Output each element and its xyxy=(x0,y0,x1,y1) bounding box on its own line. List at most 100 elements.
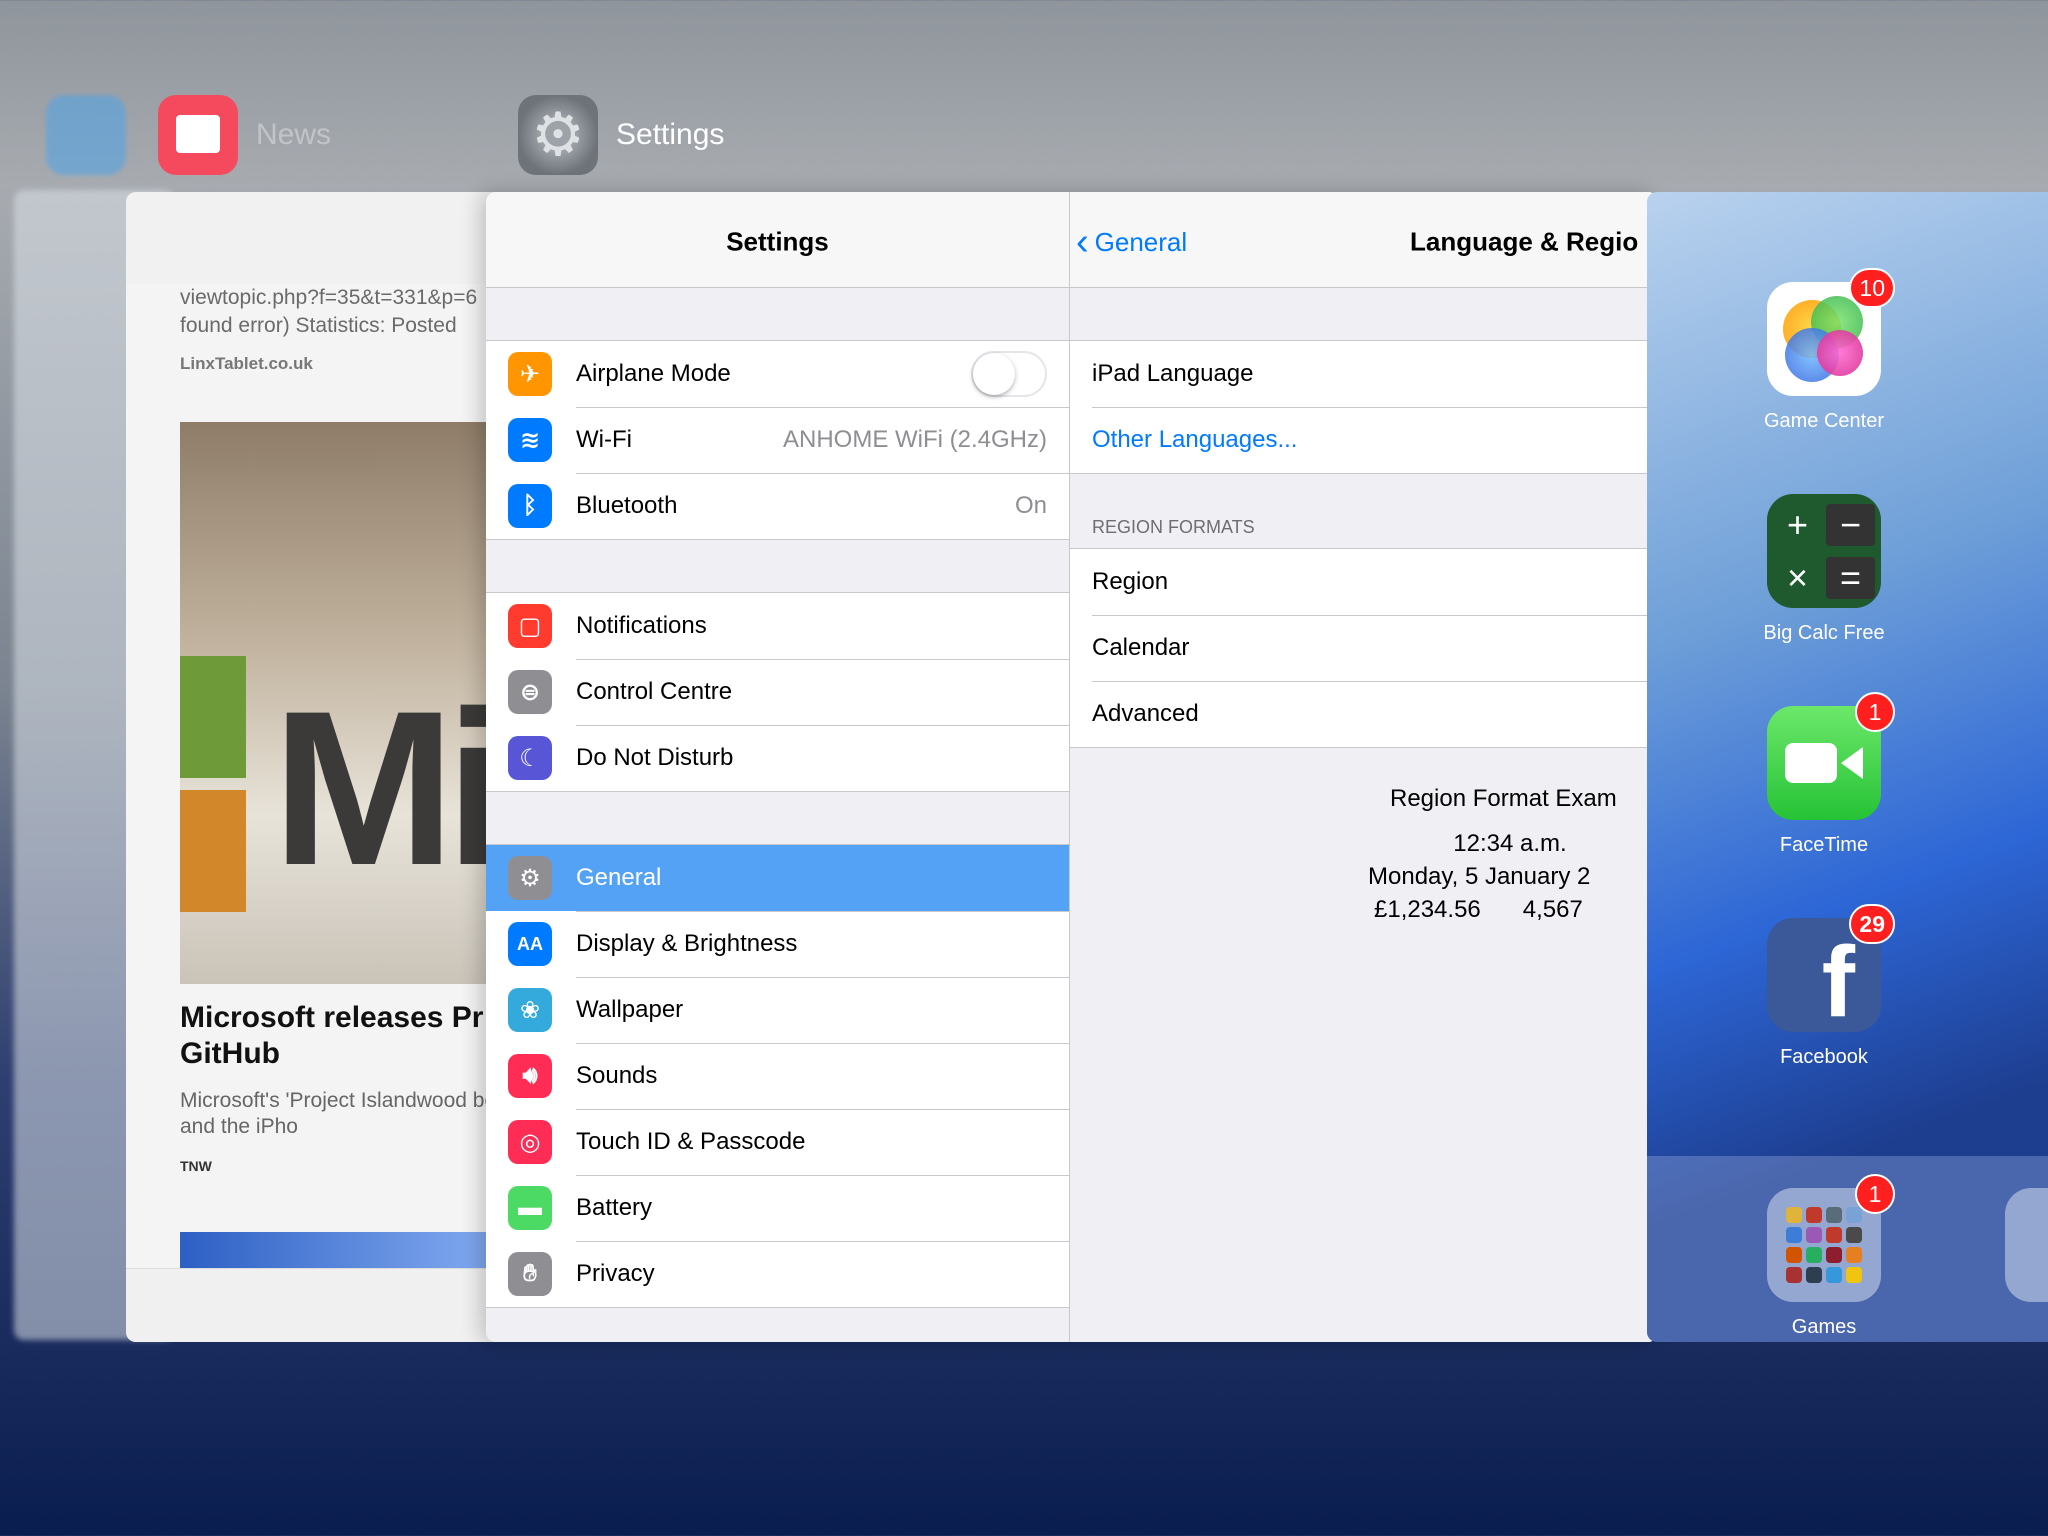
settings-row-label: Battery xyxy=(576,1194,653,1221)
app-switcher: News ⚙ Settings viewtopic.php?f=35&t=331… xyxy=(0,0,2048,1536)
settings-app-name: Settings xyxy=(616,118,725,151)
app-games-folder[interactable]: 1 Games xyxy=(1767,1174,1895,1339)
settings-row-notifications[interactable]: ▢ Notifications xyxy=(486,593,1069,659)
news-app-label[interactable]: News xyxy=(158,95,331,175)
app-name: Games xyxy=(1791,1316,1857,1338)
bluetooth-icon: ᛒ xyxy=(508,484,552,528)
settings-list: ✈ Airplane Mode ≋ Wi-Fi ANHOME WiFi (2.4GHz)… xyxy=(486,288,1069,1308)
app-name: Facebook xyxy=(1780,1046,1868,1068)
settings-row-label: Control Centre xyxy=(576,678,733,705)
logo-square-orange xyxy=(180,790,246,912)
settings-row-control-centre[interactable]: ⊜ Control Centre xyxy=(486,659,1069,725)
region-formats-header: REGION FORMATS xyxy=(1092,517,1255,537)
calendar-row[interactable]: Calendar xyxy=(1070,615,1658,681)
settings-row-battery[interactable]: ▬ Battery xyxy=(486,1175,1069,1241)
settings-row-label: Touch ID & Passcode xyxy=(576,1128,806,1155)
airplane-icon: ✈ xyxy=(508,352,552,396)
master-navbar: Settings xyxy=(486,192,1069,288)
region-group: Region Calendar Advanced xyxy=(1070,548,1658,748)
app-facebook[interactable]: f 29 Facebook xyxy=(1767,904,1895,1069)
settings-row-label: Do Not Disturb xyxy=(576,744,734,771)
format-example-time: 12:34 a.m. xyxy=(1453,830,1567,857)
settings-row-label: Sounds xyxy=(576,1062,658,1089)
news-app-name: News xyxy=(256,118,332,151)
ipad-language-label: iPad Language xyxy=(1092,360,1254,387)
format-example-date: Monday, 5 January 2 xyxy=(1368,863,1591,890)
language-group: iPad Language Other Languages... xyxy=(1070,340,1658,474)
battery-icon: ▬ xyxy=(508,1186,552,1230)
settings-row-label: Wi-Fi xyxy=(576,426,632,453)
settings-row-general[interactable]: ⚙ General xyxy=(486,845,1069,911)
settings-row-sounds[interactable]: 🔊︎ Sounds xyxy=(486,1043,1069,1109)
settings-row-label: Notifications xyxy=(576,612,707,639)
other-languages-link[interactable]: Other Languages... xyxy=(1092,426,1297,454)
display-icon: AA xyxy=(508,922,552,966)
moon-icon: ☾ xyxy=(508,736,552,780)
app-game-center[interactable]: 10 Game Center xyxy=(1764,268,1895,433)
settings-group: ⚙ General AA Display & Brightness ❀ Wallpaper… xyxy=(486,844,1069,1308)
settings-row-value: On xyxy=(1014,492,1047,519)
news-publisher-logo: TNW xyxy=(180,1158,212,1174)
facebook-icon: f 29 xyxy=(1767,904,1895,1032)
notification-badge: 1 xyxy=(1855,1174,1895,1214)
notification-badge: 10 xyxy=(1849,268,1895,308)
format-example-currency: £1,234.56 xyxy=(1374,896,1481,923)
dock-folder-partial[interactable] xyxy=(2005,1188,2048,1302)
master-title: Settings xyxy=(726,226,829,257)
format-example-number: 4,567 xyxy=(1522,896,1583,923)
fingerprint-icon: ◎ xyxy=(508,1120,552,1164)
region-format-example: Region Format Exam 12:34 a.m. Monday, 5 … xyxy=(1310,782,1658,926)
settings-app-label[interactable]: ⚙ Settings xyxy=(518,95,724,175)
app-big-calc-free[interactable]: + − × = Big Calc Free xyxy=(1763,494,1885,645)
home-screen-card[interactable]: 10 Game Center + − × = Big Calc Free 1 Face… xyxy=(1647,192,2048,1342)
games-folder-icon: 1 xyxy=(1767,1174,1895,1302)
settings-app-card[interactable]: Settings ✈ Airplane Mode ≋ Wi-Fi ANHOME WiFi… xyxy=(486,192,1658,1342)
region-row[interactable]: Region xyxy=(1070,549,1658,615)
settings-row-label: Wallpaper xyxy=(576,996,684,1023)
notification-badge: 29 xyxy=(1849,904,1895,944)
control-centre-icon: ⊜ xyxy=(508,670,552,714)
airplane-mode-toggle[interactable] xyxy=(971,351,1047,397)
settings-row-label: Privacy xyxy=(576,1260,655,1287)
mail-app-label[interactable] xyxy=(46,95,126,175)
advanced-row[interactable]: Advanced xyxy=(1070,681,1658,747)
calculator-icon: + − × = xyxy=(1767,494,1881,608)
region-label: Region xyxy=(1092,568,1169,595)
settings-row-wallpaper[interactable]: ❀ Wallpaper xyxy=(486,977,1069,1043)
chevron-left-icon: ‹ xyxy=(1076,221,1089,263)
hand-icon: ✋︎ xyxy=(508,1252,552,1296)
mail-icon xyxy=(46,95,126,175)
settings-row-label: Bluetooth xyxy=(576,492,678,519)
other-languages-row[interactable]: Other Languages... xyxy=(1070,407,1658,473)
settings-row-value: ANHOME WiFi (2.4GHz) xyxy=(783,426,1047,453)
settings-gear-icon: ⚙ xyxy=(518,95,598,175)
settings-group: ✈ Airplane Mode ≋ Wi-Fi ANHOME WiFi (2.4GHz)… xyxy=(486,340,1069,540)
app-name: FaceTime xyxy=(1779,834,1869,856)
settings-row-label: Display & Brightness xyxy=(576,930,798,957)
settings-row-bluetooth[interactable]: ᛒ Bluetooth On xyxy=(486,473,1069,539)
facetime-camera-icon: 1 xyxy=(1767,692,1895,820)
back-button[interactable]: ‹ General xyxy=(1076,223,1187,261)
notification-badge: 1 xyxy=(1855,692,1895,732)
settings-row-airplane-mode[interactable]: ✈ Airplane Mode xyxy=(486,341,1069,407)
settings-row-do-not-disturb[interactable]: ☾ Do Not Disturb xyxy=(486,725,1069,791)
wallpaper-icon: ❀ xyxy=(508,988,552,1032)
app-facetime[interactable]: 1 FaceTime xyxy=(1767,692,1895,857)
game-center-icon: 10 xyxy=(1767,268,1895,396)
detail-navbar: ‹ General Language & Regio xyxy=(1070,192,1658,288)
dock: 1 Games xyxy=(1647,1156,2048,1342)
sounds-icon: 🔊︎ xyxy=(508,1054,552,1098)
ipad-language-row[interactable]: iPad Language xyxy=(1070,341,1658,407)
wifi-icon: ≋ xyxy=(508,418,552,462)
back-button-label: General xyxy=(1094,226,1188,257)
app-name: Game Center xyxy=(1763,410,1885,432)
gear-icon: ⚙ xyxy=(508,856,552,900)
settings-row-label: General xyxy=(576,864,662,891)
settings-row-wi-fi[interactable]: ≋ Wi-Fi ANHOME WiFi (2.4GHz) xyxy=(486,407,1069,473)
calendar-label: Calendar xyxy=(1092,634,1190,661)
settings-row-privacy[interactable]: ✋︎ Privacy xyxy=(486,1241,1069,1307)
app-name: Big Calc Free xyxy=(1763,622,1885,644)
settings-row-touch-id-passcode[interactable]: ◎ Touch ID & Passcode xyxy=(486,1109,1069,1175)
settings-row-display-brightness[interactable]: AA Display & Brightness xyxy=(486,911,1069,977)
news-icon xyxy=(158,95,238,175)
